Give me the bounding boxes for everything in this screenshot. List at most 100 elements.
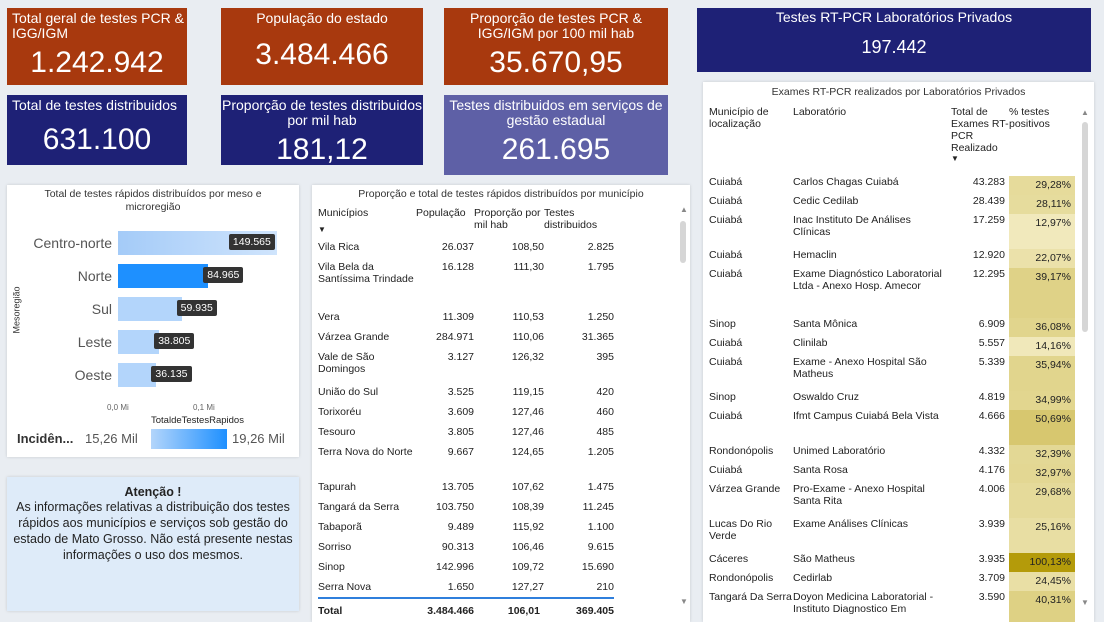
table-row[interactable]: Tangará Da Serra Doyon Medicina Laborator…	[709, 591, 1075, 622]
bar-area: Centro-norte 149.565 Norte 84.965 Sul 59.935 L…	[7, 231, 299, 401]
table-row[interactable]: Tabaporã 9.489 115,92 1.100	[318, 521, 614, 541]
cell-laboratorio: Cedirlab	[793, 572, 833, 584]
table-row[interactable]: Vila Bela da Santíssima Trindade 16.128 11…	[318, 261, 614, 311]
col-pct-positivos[interactable]: % testes positivos	[1009, 106, 1075, 176]
table-row[interactable]: Várzea Grande 284.971 110,06 31.365	[318, 331, 614, 351]
table-row[interactable]: Lucas Do Rio Verde Exame Análises Clínica…	[709, 518, 1075, 553]
kpi-dist-ratio-label: Proporção de testes distribuidos por mil…	[222, 97, 422, 128]
table-row[interactable]: Rondonópolis Unimed Laboratório 4.332 32,39…	[709, 445, 1075, 464]
scroll-up-icon[interactable]: ▲	[1081, 108, 1089, 117]
cell-proporcao: 108,39	[511, 501, 544, 513]
scroll-up-icon[interactable]: ▲	[680, 205, 688, 214]
col-municipio-localizacao[interactable]: Município de localização	[709, 106, 793, 176]
cell-total: 3.935	[978, 553, 1005, 565]
table-row[interactable]: Cuiabá Inac Instituto De Análises Clínica…	[709, 214, 1075, 249]
sort-desc-icon[interactable]: ▼	[318, 225, 416, 234]
cell-municipio: União do Sul	[318, 386, 379, 398]
col-testes[interactable]: Testes distribuidos	[544, 207, 614, 241]
table-row[interactable]: Cuiabá Exame Diagnóstico Laboratorial Ltd…	[709, 268, 1075, 318]
table-row[interactable]: Vila Rica 26.037 108,50 2.825	[318, 241, 614, 261]
lab-table-scrollbar[interactable]	[1082, 122, 1088, 332]
table-row[interactable]: Sinop Santa Mônica 6.909 36,08%	[709, 318, 1075, 337]
table-row[interactable]: Sorriso 90.313 106,46 9.615	[318, 541, 614, 561]
sort-desc-icon[interactable]: ▼	[951, 154, 1009, 163]
table-row[interactable]: Terra Nova do Norte 9.667 124,65 1.205	[318, 446, 614, 481]
color-scale-gradient	[151, 429, 227, 449]
cell-populacao: 16.128	[441, 261, 474, 273]
table-row[interactable]: Cuiabá Santa Rosa 4.176 32,97%	[709, 464, 1075, 483]
cell-laboratorio: Carlos Chagas Cuiabá	[793, 176, 899, 188]
table-row[interactable]: União do Sul 3.525 119,15 420	[318, 386, 614, 406]
attention-notice: Atenção ! As informações relativas a dis…	[7, 477, 299, 611]
col-municipios[interactable]: Municípios ▼	[318, 207, 416, 241]
cell-pct: 40,31%	[1009, 591, 1075, 622]
table-row[interactable]: Cuiabá Ifmt Campus Cuiabá Bela Vista 4.666…	[709, 410, 1075, 445]
bar-row[interactable]: Centro-norte 149.565	[7, 231, 299, 255]
cell-testes: 1.795	[587, 261, 614, 273]
cell-populacao: 3.805	[447, 426, 474, 438]
cell-proporcao: 110,06	[512, 331, 544, 343]
cell-pct: 29,28%	[1009, 176, 1075, 195]
table-row[interactable]: Cuiabá Hemaclin 12.920 22,07%	[709, 249, 1075, 268]
table-row[interactable]: Sinop 142.996 109,72 15.690	[318, 561, 614, 581]
bar-row[interactable]: Leste 38.805	[7, 330, 299, 354]
table-row[interactable]: Rondonópolis Cedirlab 3.709 24,45%	[709, 572, 1075, 591]
bar[interactable]	[118, 330, 160, 354]
cell-laboratorio: Santa Rosa	[793, 464, 848, 476]
scroll-down-icon[interactable]: ▼	[1081, 598, 1089, 607]
cell-laboratorio: Exame Análises Clínicas	[793, 518, 908, 530]
table-row[interactable]: Tangará da Serra 103.750 108,39 11.245	[318, 501, 614, 521]
cell-municipio: Cuiabá	[709, 249, 743, 261]
table-row[interactable]: Cuiabá Exame - Anexo Hospital São Matheus…	[709, 356, 1075, 391]
cell-total: 12.920	[972, 249, 1005, 261]
table-row[interactable]: Vera 11.309 110,53 1.250	[318, 311, 614, 331]
bar[interactable]	[118, 264, 209, 288]
cell-populacao: 103.750	[436, 501, 474, 513]
bar-row[interactable]: Sul 59.935	[7, 297, 299, 321]
municipal-table-total: Total 3.484.466 106,01 369.405	[318, 597, 614, 622]
table-row[interactable]: Cuiabá Carlos Chagas Cuiabá 43.283 29,28%	[709, 176, 1075, 195]
col-laboratorio[interactable]: Laboratório	[793, 106, 951, 176]
table-row[interactable]: Cuiabá Clinilab 5.557 14,16%	[709, 337, 1075, 356]
bar-row[interactable]: Oeste 36.135	[7, 363, 299, 387]
cell-pct: 28,11%	[1009, 195, 1075, 214]
cell-testes: 1.475	[587, 481, 614, 493]
cell-municipio: Sinop	[709, 391, 736, 403]
cell-populacao: 11.309	[442, 311, 474, 323]
table-row[interactable]: Vale de São Domingos 3.127 126,32 395	[318, 351, 614, 386]
table-row[interactable]: Várzea Grande Pro-Exame - Anexo Hospital …	[709, 483, 1075, 518]
table-row[interactable]: Cáceres São Matheus 3.935 100,13%	[709, 553, 1075, 572]
kpi-state-services-label: Testes distribuidos em serviços de gestã…	[449, 97, 663, 128]
cell-municipio: Cuiabá	[709, 195, 743, 207]
scroll-down-icon[interactable]: ▼	[680, 597, 688, 606]
cell-total: 5.339	[978, 356, 1005, 368]
col-proporcao[interactable]: Proporção por mil hab	[474, 207, 544, 241]
cell-municipio: Sinop	[318, 561, 345, 573]
cell-municipio: Sorriso	[318, 541, 352, 553]
table-row[interactable]: Tapurah 13.705 107,62 1.475	[318, 481, 614, 501]
cell-populacao: 284.971	[436, 331, 474, 343]
col-total-exames[interactable]: Total de Exames RT-PCR Realizado ▼	[951, 106, 1009, 176]
table-row[interactable]: Torixoréu 3.609 127,46 460	[318, 406, 614, 426]
municipal-table-panel: Proporção e total de testes rápidos dist…	[312, 185, 690, 622]
table-row[interactable]: Cuiabá Cedic Cedilab 28.439 28,11%	[709, 195, 1075, 214]
table-row[interactable]: Tesouro 3.805 127,46 485	[318, 426, 614, 446]
col-populacao[interactable]: População	[416, 207, 474, 241]
total-label: Total	[318, 605, 343, 617]
bar[interactable]	[118, 297, 182, 321]
lab-table: Município de localização Laboratório Tot…	[709, 106, 1075, 622]
cell-municipio: Lucas Do Rio Verde	[709, 518, 773, 542]
kpi-pcr-ratio: Proporção de testes PCR & IGG/IGM por 10…	[444, 8, 668, 85]
cell-laboratorio: Oswaldo Cruz	[793, 391, 859, 403]
table-row[interactable]: Sinop Oswaldo Cruz 4.819 34,99%	[709, 391, 1075, 410]
bar-value-label: 59.935	[176, 300, 217, 316]
cell-proporcao: 109,72	[511, 561, 544, 573]
bar-row[interactable]: Norte 84.965	[7, 264, 299, 288]
cell-populacao: 13.705	[441, 481, 474, 493]
cell-pct: 32,39%	[1009, 445, 1075, 464]
cell-municipio: Cuiabá	[709, 214, 743, 226]
kpi-dist-ratio-value: 181,12	[276, 133, 368, 166]
lab-table-header: Município de localização Laboratório Tot…	[709, 106, 1075, 176]
cell-laboratorio: Ifmt Campus Cuiabá Bela Vista	[793, 410, 939, 422]
municipal-table-scrollbar[interactable]	[680, 221, 686, 263]
